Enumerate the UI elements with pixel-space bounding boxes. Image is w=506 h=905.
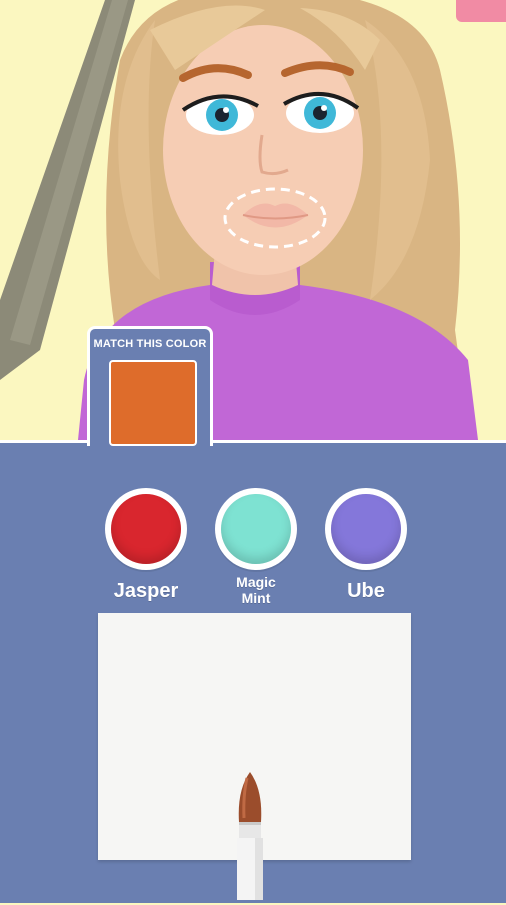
color-option-magic-mint[interactable]: Magic Mint <box>211 488 301 606</box>
ube-swatch <box>331 494 401 564</box>
color-option-label-line1: Magic <box>236 574 276 590</box>
color-option-label: Jasper <box>113 580 179 602</box>
match-color-card: MATCH THIS COLOR <box>87 326 213 446</box>
character-illustration <box>0 0 478 440</box>
color-option-jasper[interactable]: Jasper <box>101 488 191 603</box>
color-option-label-line2: Mint <box>241 590 271 606</box>
target-color-swatch <box>109 360 197 446</box>
magic-mint-swatch <box>221 494 291 564</box>
corner-tab[interactable] <box>456 0 506 22</box>
color-option-label: Ube <box>347 580 385 602</box>
lip-brush-icon[interactable] <box>225 770 275 900</box>
game-scene <box>0 0 506 440</box>
color-option-ring <box>215 488 297 570</box>
color-option-ube[interactable]: Ube <box>321 488 411 603</box>
color-option-label: Magic Mint <box>221 574 291 606</box>
jasper-swatch <box>111 494 181 564</box>
color-option-ring <box>325 488 407 570</box>
match-color-label: MATCH THIS COLOR <box>93 338 207 350</box>
color-option-ring <box>105 488 187 570</box>
